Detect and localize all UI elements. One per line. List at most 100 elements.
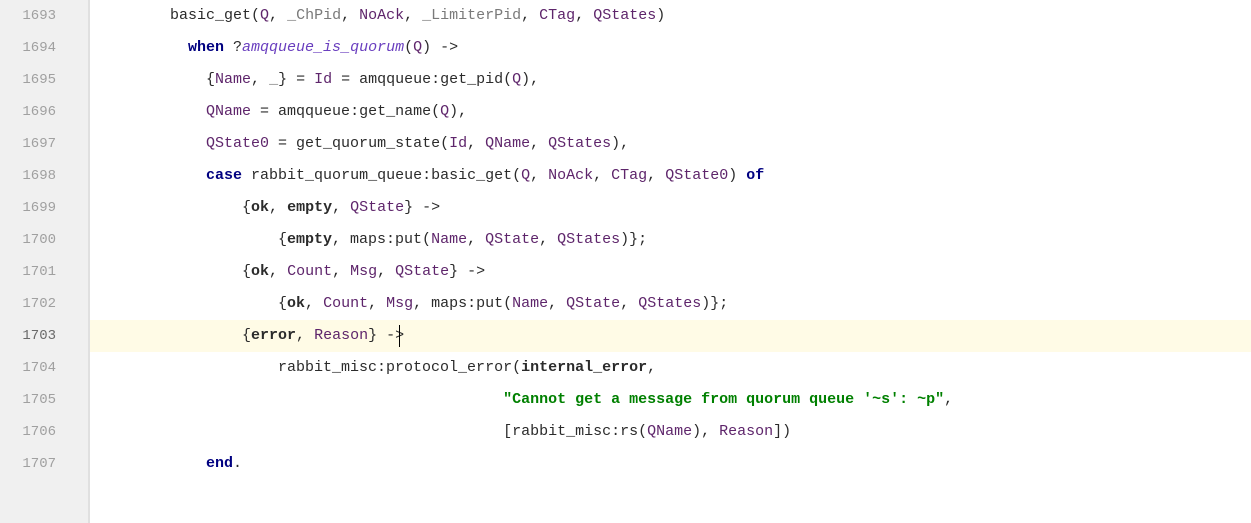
indent: [98, 39, 188, 56]
code-line[interactable]: rabbit_misc:protocol_error(internal_erro…: [90, 352, 1251, 384]
token: ,: [332, 263, 350, 280]
token: {: [98, 263, 251, 280]
token: ,: [944, 391, 953, 408]
token: ,: [593, 167, 611, 184]
token: rabbit_misc:protocol_error(: [98, 359, 521, 376]
token-string: "Cannot get a message from quorum queue …: [503, 391, 944, 408]
token: [rabbit_misc:rs(: [98, 423, 647, 440]
token-var: _LimiterPid: [422, 7, 521, 24]
token: ,: [467, 135, 485, 152]
token-var: QName: [647, 423, 692, 440]
code-line[interactable]: [rabbit_misc:rs(QName), Reason]): [90, 416, 1251, 448]
token-keyword: end: [206, 455, 233, 472]
token: {: [98, 71, 215, 88]
token-var: Msg: [350, 263, 377, 280]
line-number: 1707: [0, 448, 88, 480]
token: )};: [620, 231, 647, 248]
token: = amqqueue:get_pid(: [332, 71, 512, 88]
token: ,: [251, 71, 269, 88]
token: ,: [539, 231, 557, 248]
token-var: QState: [485, 231, 539, 248]
token-var: Q: [440, 103, 449, 120]
code-line-current[interactable]: {error, Reason} ->: [90, 320, 1251, 352]
token-var: QName: [206, 103, 251, 120]
token: ) ->: [422, 39, 458, 56]
token: ,: [530, 167, 548, 184]
token-var: CTag: [611, 167, 647, 184]
indent: [98, 167, 206, 184]
token: , maps:put(: [332, 231, 431, 248]
line-number: 1697: [0, 128, 88, 160]
token: ,: [269, 199, 287, 216]
token-var: QStates: [593, 7, 656, 24]
token: ,: [368, 295, 386, 312]
token: ,: [575, 7, 593, 24]
token: ,: [548, 295, 566, 312]
token: ): [728, 167, 746, 184]
code-line[interactable]: case rabbit_quorum_queue:basic_get(Q, No…: [90, 160, 1251, 192]
token-atom: empty: [287, 199, 332, 216]
token: {: [98, 231, 287, 248]
indent: [98, 103, 206, 120]
token: (: [404, 39, 413, 56]
token: ]): [773, 423, 791, 440]
indent: [98, 391, 503, 408]
token: ,: [404, 7, 422, 24]
token: } =: [278, 71, 314, 88]
token-var: Msg: [386, 295, 413, 312]
code-line[interactable]: {Name, _} = Id = amqqueue:get_pid(Q),: [90, 64, 1251, 96]
line-number: 1698: [0, 160, 88, 192]
token-atom: ok: [251, 263, 269, 280]
line-number: 1699: [0, 192, 88, 224]
token: ,: [269, 7, 287, 24]
token: {: [98, 295, 287, 312]
token: } ->: [404, 199, 440, 216]
token: {: [98, 199, 251, 216]
token-var: QName: [485, 135, 530, 152]
token-atom: empty: [287, 231, 332, 248]
token-var: Name: [512, 295, 548, 312]
line-number-current: 1703: [0, 320, 88, 352]
token-var: Id: [314, 71, 332, 88]
line-number: 1694: [0, 32, 88, 64]
code-line[interactable]: {ok, empty, QState} ->: [90, 192, 1251, 224]
token: rabbit_quorum_queue:basic_get(: [242, 167, 521, 184]
code-line[interactable]: {ok, Count, Msg, maps:put(Name, QState, …: [90, 288, 1251, 320]
code-line[interactable]: basic_get(Q, _ChPid, NoAck, _LimiterPid,…: [90, 0, 1251, 32]
token-var: Name: [431, 231, 467, 248]
code-editor[interactable]: 1693 1694 1695 1696 1697 1698 1699 1700 …: [0, 0, 1251, 523]
token: ,: [377, 263, 395, 280]
code-line[interactable]: QState0 = get_quorum_state(Id, QName, QS…: [90, 128, 1251, 160]
code-line[interactable]: "Cannot get a message from quorum queue …: [90, 384, 1251, 416]
token-var: Reason: [719, 423, 773, 440]
line-number: 1695: [0, 64, 88, 96]
code-line[interactable]: when ?amqqueue_is_quorum(Q) ->: [90, 32, 1251, 64]
token: ,: [296, 327, 314, 344]
line-number: 1706: [0, 416, 88, 448]
code-line[interactable]: QName = amqqueue:get_name(Q),: [90, 96, 1251, 128]
indent: [98, 455, 206, 472]
line-number: 1705: [0, 384, 88, 416]
line-number: 1696: [0, 96, 88, 128]
token-var: Q: [260, 7, 269, 24]
code-line[interactable]: {ok, Count, Msg, QState} ->: [90, 256, 1251, 288]
token-atom: ok: [287, 295, 305, 312]
code-line[interactable]: end.: [90, 448, 1251, 480]
text-caret: [399, 325, 400, 347]
token: ): [656, 7, 665, 24]
code-area[interactable]: basic_get(Q, _ChPid, NoAck, _LimiterPid,…: [90, 0, 1251, 523]
token-keyword: of: [746, 167, 764, 184]
token-atom: error: [251, 327, 296, 344]
line-number: 1704: [0, 352, 88, 384]
token: , maps:put(: [413, 295, 512, 312]
token-var: Reason: [314, 327, 368, 344]
token: ,: [647, 359, 656, 376]
code-line[interactable]: {empty, maps:put(Name, QState, QStates)}…: [90, 224, 1251, 256]
token-var: Count: [323, 295, 368, 312]
token-var: QStates: [548, 135, 611, 152]
token: ),: [521, 71, 539, 88]
token-var: Q: [512, 71, 521, 88]
token: = get_quorum_state(: [269, 135, 449, 152]
token-var: QState: [566, 295, 620, 312]
token-atom: ok: [251, 199, 269, 216]
